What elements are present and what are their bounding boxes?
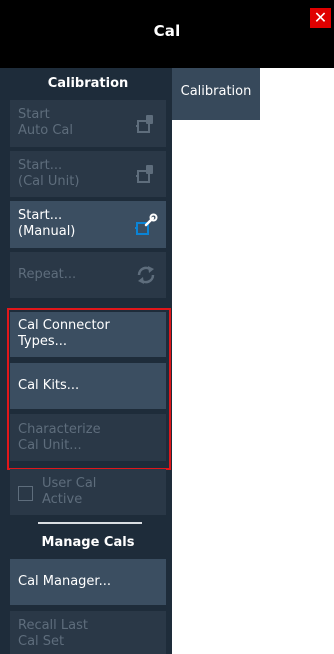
user-cal-active-toggle[interactable]: User Cal Active bbox=[10, 469, 166, 515]
recall-last-cal-set-button[interactable]: Recall Last Cal Set bbox=[10, 611, 166, 654]
section-heading-calibration: Calibration bbox=[47, 76, 129, 91]
window-title: Cal bbox=[153, 22, 181, 40]
cal-manager-button[interactable]: Cal Manager... bbox=[10, 559, 166, 605]
tab-calibration[interactable]: Calibration bbox=[172, 68, 260, 120]
calibration-unit-icon bbox=[136, 165, 153, 183]
checkbox[interactable] bbox=[18, 486, 33, 501]
highlight-box bbox=[7, 308, 171, 470]
title-bar: Cal ✕ bbox=[0, 0, 334, 68]
button-label: Cal Manager... bbox=[18, 574, 111, 589]
button-label: Recall Last Cal Set bbox=[18, 618, 88, 649]
start-auto-cal-button[interactable]: Start Auto Cal bbox=[10, 100, 166, 147]
button-label: Start... (Manual) bbox=[18, 208, 76, 239]
button-label: User Cal Active bbox=[42, 476, 97, 507]
start-cal-unit-button[interactable]: Start... (Cal Unit) bbox=[10, 151, 166, 197]
repeat-arrows-icon bbox=[137, 266, 155, 284]
close-button[interactable]: ✕ bbox=[310, 8, 331, 28]
start-manual-button[interactable]: Start... (Manual) bbox=[10, 201, 166, 248]
button-label: Start Auto Cal bbox=[18, 107, 73, 138]
repeat-button[interactable]: Repeat... bbox=[10, 252, 166, 298]
manual-calibration-wrench-icon bbox=[135, 213, 158, 235]
separator bbox=[38, 522, 142, 524]
button-label: Start... (Cal Unit) bbox=[18, 158, 80, 189]
calibration-unit-icon bbox=[136, 114, 153, 133]
button-label: Repeat... bbox=[18, 267, 77, 282]
section-heading-manage-cals: Manage Cals bbox=[41, 535, 135, 550]
